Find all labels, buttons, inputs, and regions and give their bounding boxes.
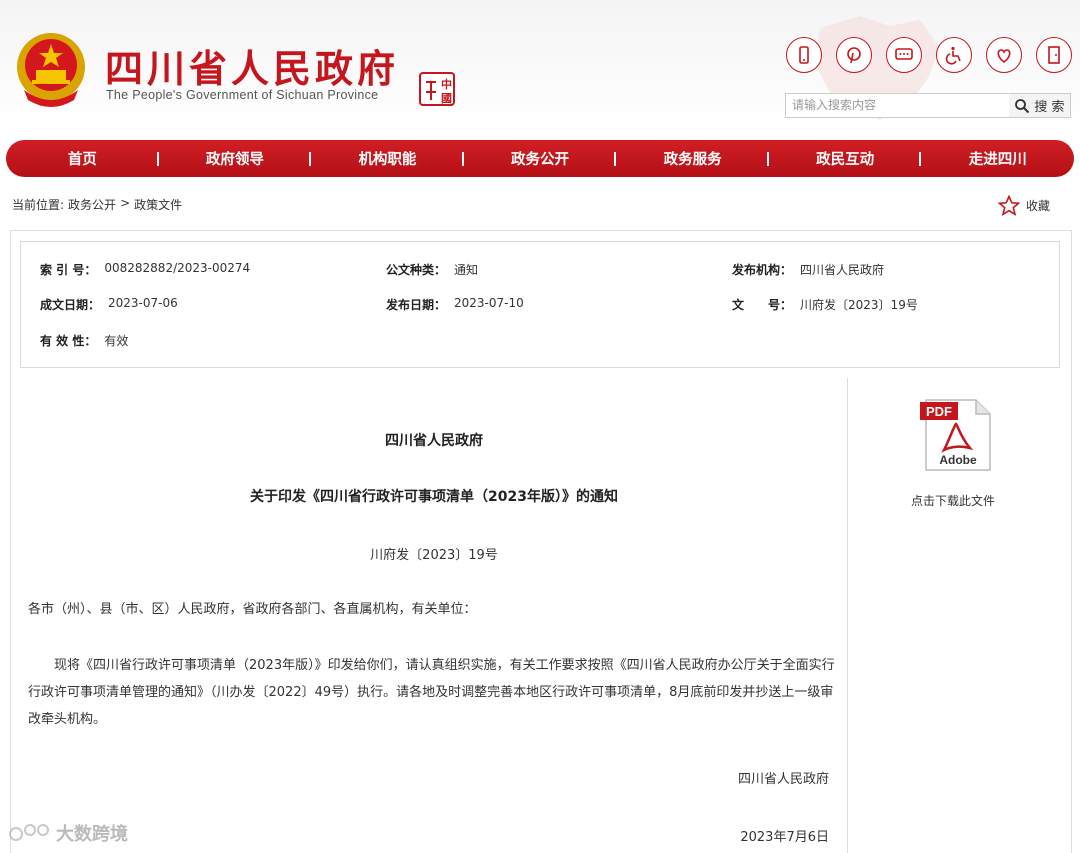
meta-doc-type: 公文种类： 通知 xyxy=(386,261,478,278)
document-date: 2023年7月6日 xyxy=(740,830,829,845)
watermark-text: 大数跨境 xyxy=(56,824,128,845)
document-title: 关于印发《四川省行政许可事项清单（2023年版）》的通知 xyxy=(250,489,618,505)
meta-published: 发布日期： 2023-07-10 xyxy=(386,296,524,313)
breadcrumb-link-policy-docs[interactable]: 政策文件 xyxy=(134,196,182,213)
favorite-button[interactable]: 收藏 xyxy=(998,195,1050,216)
china-seal-logo: 中 國 xyxy=(419,72,455,106)
download-file-link[interactable]: 点击下载此文件 xyxy=(850,492,1056,509)
meta-label: 成文日期： xyxy=(40,298,101,312)
nav-item-home[interactable]: 首页 xyxy=(6,148,159,169)
meta-issuer: 发布机构： 四川省人民政府 xyxy=(732,261,884,278)
nav-item-leaders[interactable]: 政府领导 xyxy=(159,148,312,169)
document-signature: 四川省人民政府 xyxy=(737,772,829,787)
chat-icon[interactable] xyxy=(886,37,922,73)
nav-item-about-sichuan[interactable]: 走进四川 xyxy=(921,148,1074,169)
exit-icon[interactable] xyxy=(1036,37,1072,73)
meta-label: 索 引 号： xyxy=(40,263,97,277)
meta-value: 有效 xyxy=(104,334,129,348)
watermark-logo-icon xyxy=(9,824,49,841)
meta-value: 四川省人民政府 xyxy=(800,263,885,277)
pdf-badge-text: PDF xyxy=(926,404,952,419)
breadcrumb-separator: > xyxy=(120,196,131,210)
main-nav: 首页 政府领导 机构职能 政务公开 政务服务 政民互动 走进四川 xyxy=(6,140,1074,177)
breadcrumb-prefix: 当前位置: xyxy=(12,198,65,212)
meta-created: 成文日期： 2023-07-06 xyxy=(40,296,178,313)
site-subtitle: The People's Government of Sichuan Provi… xyxy=(106,88,379,102)
seal-char: 國 xyxy=(441,92,452,105)
national-emblem-icon xyxy=(17,33,85,107)
search-button-label: 搜 索 xyxy=(1034,100,1065,115)
seal-pattern-icon xyxy=(426,81,436,100)
pdf-brand-text: Adobe xyxy=(939,453,977,467)
site-header: 四川省人民政府 The People's Government of Sichu… xyxy=(0,0,1080,130)
star-icon xyxy=(998,195,1020,216)
elderly-care-icon[interactable] xyxy=(986,37,1022,73)
meta-value: 2023-07-06 xyxy=(108,296,178,310)
utility-icons xyxy=(786,37,1072,73)
meta-label: 文 号： xyxy=(732,298,793,312)
site-title[interactable]: 四川省人民政府 xyxy=(105,38,399,93)
document-paragraph: 现将《四川省行政许可事项清单（2023年版）》印发给你们，请认真组织实施，有关工… xyxy=(28,658,835,727)
meta-label: 有 效 性： xyxy=(40,334,97,348)
pinterest-icon[interactable] xyxy=(836,37,872,73)
meta-validity: 有 效 性： 有效 xyxy=(40,332,128,349)
nav-item-open-government[interactable]: 政务公开 xyxy=(464,148,617,169)
meta-label: 发布日期： xyxy=(386,298,447,312)
nav-item-services[interactable]: 政务服务 xyxy=(616,148,769,169)
pdf-file-icon[interactable]: PDF Adobe xyxy=(920,398,992,472)
accessibility-icon[interactable] xyxy=(936,37,972,73)
document-number: 川府发〔2023〕19号 xyxy=(370,548,498,563)
meta-value: 008282882/2023-00274 xyxy=(104,261,251,275)
nav-item-interaction[interactable]: 政民互动 xyxy=(769,148,922,169)
download-sidebar: PDF Adobe 点击下载此文件 xyxy=(850,378,1060,853)
document-body: 四川省人民政府 关于印发《四川省行政许可事项清单（2023年版）》的通知 川府发… xyxy=(20,378,848,853)
meta-label: 发布机构： xyxy=(732,263,793,277)
watermark: 大数跨境 xyxy=(8,820,128,846)
mobile-icon[interactable] xyxy=(786,37,822,73)
search-icon xyxy=(1015,98,1030,113)
meta-value: 2023-07-10 xyxy=(454,296,524,310)
breadcrumb: 当前位置: 政务公开 > 政策文件 xyxy=(12,196,182,213)
meta-value: 川府发〔2023〕19号 xyxy=(800,298,918,312)
meta-index-no: 索 引 号： 008282882/2023-00274 xyxy=(40,261,250,278)
favorite-label: 收藏 xyxy=(1026,199,1051,213)
document-org: 四川省人民政府 xyxy=(385,433,483,449)
nav-item-institutions[interactable]: 机构职能 xyxy=(311,148,464,169)
document-metadata: 索 引 号： 008282882/2023-00274 公文种类： 通知 发布机… xyxy=(20,241,1060,368)
meta-label: 公文种类： xyxy=(386,263,447,277)
search-input[interactable]: 请输入搜索内容 xyxy=(785,93,1010,118)
meta-doc-no: 文 号： 川府发〔2023〕19号 xyxy=(732,296,918,313)
breadcrumb-link-open-government[interactable]: 政务公开 xyxy=(68,196,116,213)
document-salutation: 各市（州）、县（市、区）人民政府，省政府各部门、各直属机构，有关单位： xyxy=(28,602,477,617)
search-button[interactable]: 搜 索 xyxy=(1009,93,1071,118)
meta-value: 通知 xyxy=(454,263,479,277)
